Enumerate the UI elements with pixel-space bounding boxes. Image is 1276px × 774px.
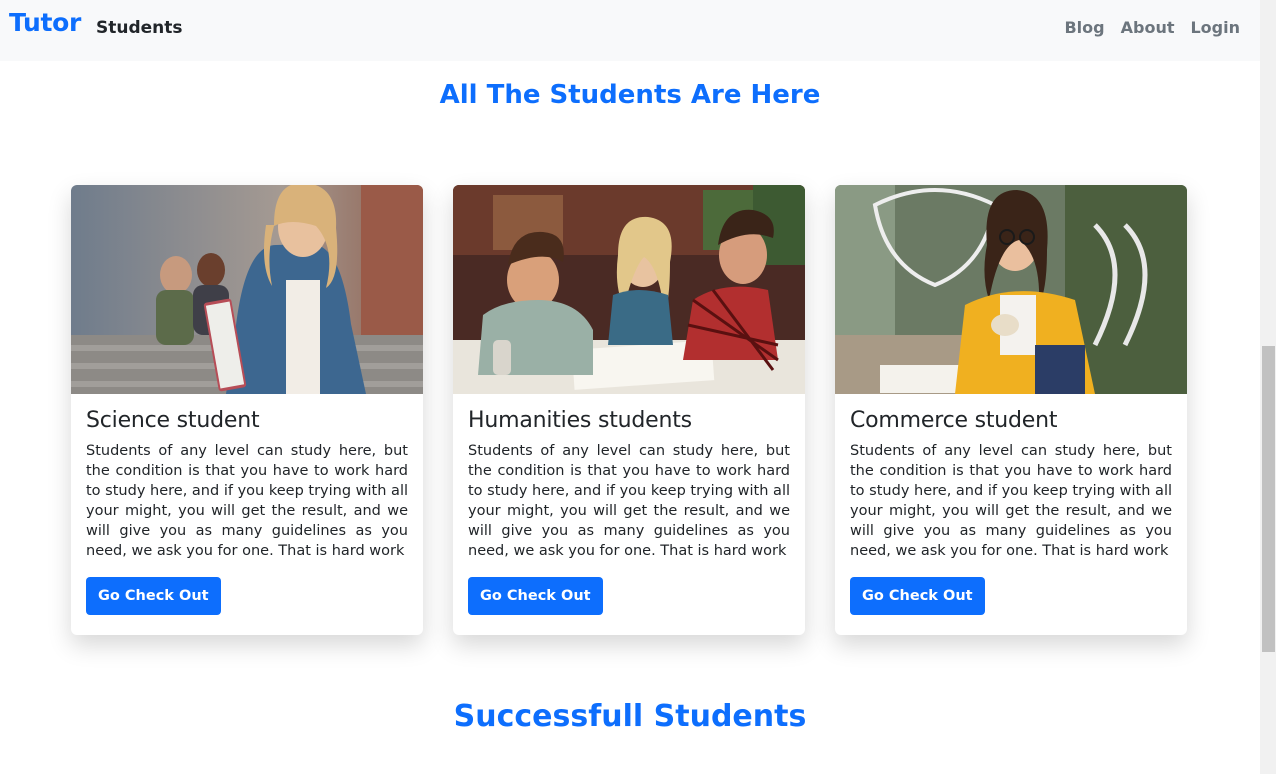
- nav-link-blog[interactable]: Blog: [1064, 18, 1104, 37]
- card-body-science: Science student Students of any level ca…: [71, 394, 423, 615]
- navbar: Tutor Students Blog About Login: [0, 0, 1260, 61]
- card-image-humanities: [453, 185, 805, 394]
- card-image-science: [71, 185, 423, 394]
- card-title: Science student: [86, 408, 260, 433]
- card-image-commerce: [835, 185, 1187, 394]
- student-card-science: Science student Students of any level ca…: [71, 185, 423, 635]
- go-check-out-button-science[interactable]: Go Check Out: [86, 577, 221, 615]
- nav-right-links: Blog About Login: [1064, 18, 1240, 37]
- nav-link-login[interactable]: Login: [1190, 18, 1240, 37]
- card-body-humanities: Humanities students Students of any leve…: [453, 394, 805, 615]
- student-card-humanities: Humanities students Students of any leve…: [453, 185, 805, 635]
- card-text: Students of any level can study here, bu…: [850, 443, 1172, 559]
- section-title-successful: Successfull Students: [453, 699, 807, 734]
- nav-link-about[interactable]: About: [1121, 18, 1175, 37]
- vertical-scrollbar[interactable]: [1260, 0, 1276, 774]
- scrollbar-thumb[interactable]: [1262, 346, 1275, 652]
- go-check-out-button-humanities[interactable]: Go Check Out: [468, 577, 603, 615]
- card-title: Commerce student: [850, 408, 1058, 433]
- card-title: Humanities students: [468, 408, 692, 433]
- section-title-students: All The Students Are Here: [439, 80, 821, 110]
- go-check-out-button-commerce[interactable]: Go Check Out: [850, 577, 985, 615]
- card-text: Students of any level can study here, bu…: [86, 443, 408, 559]
- student-card-commerce: Commerce student Students of any level c…: [835, 185, 1187, 635]
- card-text: Students of any level can study here, bu…: [468, 443, 790, 559]
- brand-logo-link[interactable]: Tutor: [9, 8, 81, 37]
- card-body-commerce: Commerce student Students of any level c…: [835, 394, 1187, 615]
- nav-link-students[interactable]: Students: [96, 18, 183, 38]
